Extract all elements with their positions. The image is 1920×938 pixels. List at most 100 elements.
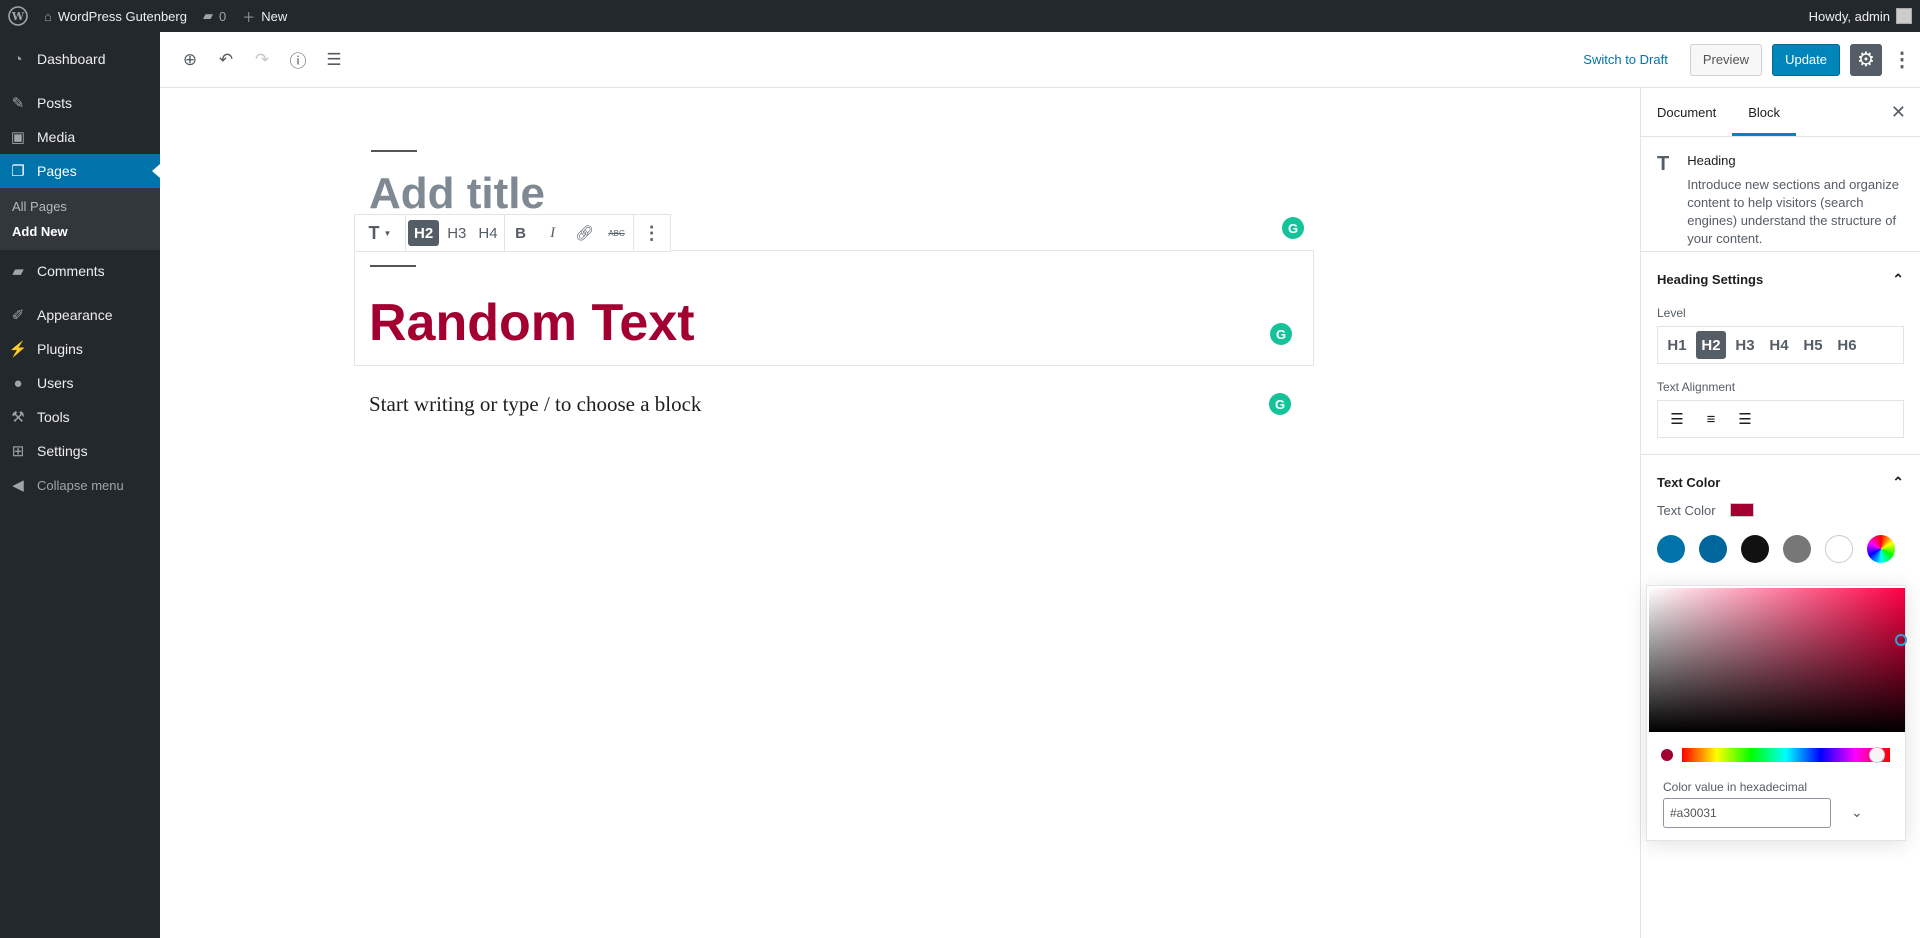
undo-button[interactable]: ↶: [208, 42, 244, 78]
heading-level-h2-button[interactable]: H2: [408, 220, 440, 246]
color-option[interactable]: [1825, 535, 1853, 563]
settings-icon: ⊞: [11, 443, 25, 460]
submenu-all-pages[interactable]: All Pages: [0, 194, 160, 219]
align-right-button[interactable]: ☰: [1730, 405, 1760, 433]
link-button[interactable]: 🔗︎: [569, 215, 601, 251]
more-menu-button[interactable]: ⋮: [1892, 47, 1912, 72]
close-icon: ✕: [1890, 101, 1906, 122]
sidebar-item-label: Plugins: [37, 341, 83, 357]
sidebar-item-users[interactable]: ● Users: [0, 366, 160, 400]
color-option[interactable]: [1657, 535, 1685, 563]
align-center-button[interactable]: ≡: [1696, 405, 1726, 433]
paragraph-placeholder[interactable]: Start writing or type / to choose a bloc…: [369, 392, 701, 417]
panel-title: Text Color: [1657, 474, 1721, 490]
align-left-icon: ☰: [1670, 411, 1684, 428]
site-name-link[interactable]: ⌂ WordPress Gutenberg: [36, 0, 195, 32]
block-switcher-button[interactable]: T ▼: [355, 215, 405, 251]
block-navigation-button[interactable]: ☰: [316, 42, 352, 78]
sidebar-item-posts[interactable]: ✎ Posts: [0, 86, 160, 120]
color-option[interactable]: [1783, 535, 1811, 563]
grammarly-icon[interactable]: G: [1282, 217, 1304, 239]
more-options-button[interactable]: ⋮: [634, 215, 670, 251]
new-content-link[interactable]: ＋ New: [234, 0, 295, 32]
heading-level-h3-button[interactable]: H3: [441, 215, 472, 251]
align-right-icon: ☰: [1738, 411, 1752, 428]
align-center-icon: ≡: [1706, 410, 1716, 428]
post-title-input[interactable]: Add title: [369, 172, 545, 216]
plus-circle-icon: ⊕: [182, 49, 198, 69]
level-h1-button[interactable]: H1: [1662, 331, 1692, 359]
heading-block[interactable]: Random Text G: [354, 250, 1314, 366]
alignment-label: Text Alignment: [1657, 380, 1736, 394]
grammarly-icon[interactable]: G: [1269, 393, 1291, 415]
level-h2-button[interactable]: H2: [1696, 331, 1726, 359]
chevron-down-icon: ▼: [383, 228, 392, 238]
redo-icon: ↷: [254, 49, 270, 69]
settings-toggle-button[interactable]: ⚙: [1850, 43, 1882, 76]
block-toolbar: T ▼ H2 H3 H4 B I 🔗︎ ABC ⋮: [354, 214, 671, 252]
heading-settings-toggle[interactable]: Heading Settings ⌃: [1641, 252, 1920, 306]
strikethrough-button[interactable]: ABC: [601, 215, 633, 251]
sidebar-item-settings[interactable]: ⊞ Settings: [0, 434, 160, 468]
saturation-area[interactable]: [1649, 588, 1905, 732]
level-h5-button[interactable]: H5: [1798, 331, 1828, 359]
sidebar-item-pages[interactable]: ❐ Pages: [0, 154, 160, 188]
tab-document[interactable]: Document: [1641, 88, 1732, 136]
color-option[interactable]: [1699, 535, 1727, 563]
sidebar-item-tools[interactable]: ⚒ Tools: [0, 400, 160, 434]
grammarly-icon[interactable]: G: [1270, 323, 1292, 345]
wordpress-logo-icon[interactable]: W: [0, 0, 36, 32]
tab-block[interactable]: Block: [1732, 88, 1797, 136]
redo-button[interactable]: ↷: [244, 42, 280, 78]
submenu-add-new[interactable]: Add New: [0, 219, 160, 244]
switch-to-draft-button[interactable]: Switch to Draft: [1571, 52, 1680, 67]
sidebar-item-plugins[interactable]: ⚡ Plugins: [0, 332, 160, 366]
preview-button[interactable]: Preview: [1689, 43, 1763, 76]
chevron-down-icon[interactable]: ⌄: [1851, 804, 1863, 821]
collapse-menu-button[interactable]: ◀ Collapse menu: [0, 468, 160, 502]
heading-type-icon: T: [1657, 153, 1670, 175]
sidebar-item-appearance[interactable]: ✐ Appearance: [0, 298, 160, 332]
level-label: Level: [1657, 306, 1686, 320]
settings-tabs: Document Block ✕: [1641, 88, 1920, 137]
italic-button[interactable]: I: [537, 215, 569, 251]
alignment-group: ☰ ≡ ☰: [1657, 400, 1904, 438]
avatar: [1896, 8, 1912, 24]
pages-submenu: All Pages Add New: [0, 188, 160, 250]
sidebar-item-label: Users: [37, 375, 74, 391]
sidebar-item-media[interactable]: ▣ Media: [0, 120, 160, 154]
hex-input[interactable]: [1663, 798, 1831, 828]
align-left-button[interactable]: ☰: [1662, 405, 1692, 433]
close-settings-button[interactable]: ✕: [1877, 88, 1920, 136]
title-separator: [371, 150, 417, 152]
bold-button[interactable]: B: [505, 215, 537, 251]
list-icon: ☰: [326, 49, 342, 69]
sidebar-item-comments[interactable]: ▰ Comments: [0, 254, 160, 288]
sidebar-item-dashboard[interactable]: ◔ Dashboard: [0, 42, 160, 76]
add-block-button[interactable]: ⊕: [172, 42, 208, 78]
update-button[interactable]: Update: [1772, 43, 1840, 76]
chevron-up-icon: ⌃: [1892, 270, 1904, 287]
block-separator: [370, 265, 416, 267]
sidebar-item-label: Appearance: [37, 307, 113, 323]
account-menu[interactable]: Howdy, admin: [1801, 0, 1920, 32]
sidebar-item-label: Settings: [37, 443, 88, 459]
comments-link[interactable]: ▰ 0: [195, 0, 234, 32]
level-h6-button[interactable]: H6: [1832, 331, 1862, 359]
block-card-title: Heading: [1687, 153, 1736, 168]
level-h4-button[interactable]: H4: [1764, 331, 1794, 359]
hue-slider-handle[interactable]: [1869, 747, 1885, 763]
heading-text[interactable]: Random Text: [369, 297, 695, 349]
media-icon: ▣: [10, 129, 26, 146]
content-info-button[interactable]: ⓘ: [280, 42, 316, 78]
new-label: New: [261, 8, 288, 24]
heading-level-h4-button[interactable]: H4: [472, 215, 503, 251]
hue-slider[interactable]: [1682, 748, 1890, 762]
color-palette: [1641, 523, 1920, 563]
color-option[interactable]: [1741, 535, 1769, 563]
level-h3-button[interactable]: H3: [1730, 331, 1760, 359]
saturation-cursor[interactable]: [1895, 634, 1907, 646]
custom-color-button[interactable]: [1867, 535, 1895, 563]
current-color-preview: [1661, 749, 1673, 761]
collapse-arrow-icon: ◀: [12, 477, 24, 494]
